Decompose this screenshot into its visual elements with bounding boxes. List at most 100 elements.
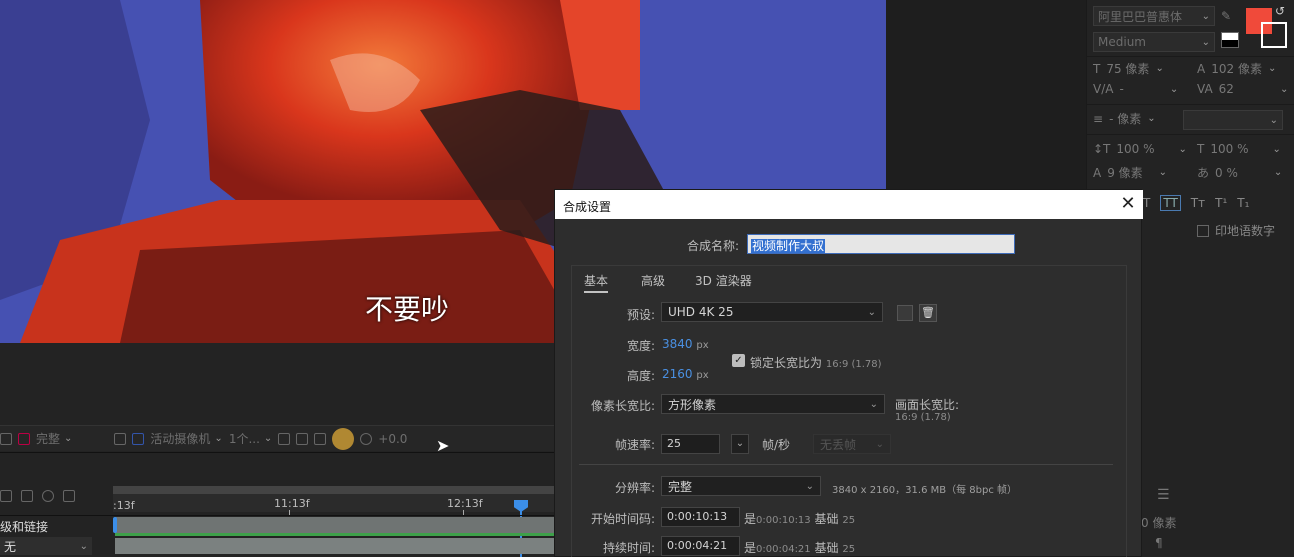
small-caps-icon[interactable]: Tт bbox=[1191, 196, 1205, 210]
frame-aspect-label: 画面长宽比: bbox=[895, 398, 960, 412]
height-unit: px bbox=[696, 370, 709, 381]
width-label: 宽度: bbox=[626, 339, 655, 353]
start-timecode-input[interactable]: 0:00:10:13 bbox=[661, 507, 740, 527]
frame-blend-icon[interactable] bbox=[21, 490, 33, 502]
height-label: 高度: bbox=[626, 369, 655, 383]
tab-basic[interactable]: 基本 bbox=[584, 272, 609, 293]
layer-bar[interactable] bbox=[115, 517, 554, 533]
parent-value: 无 bbox=[4, 539, 17, 554]
stroke-width-value[interactable]: - 像素 bbox=[1109, 110, 1141, 127]
stroke-style-select[interactable]: ⌄ bbox=[1183, 110, 1283, 130]
comp-name-label: 合成名称: bbox=[686, 239, 739, 253]
close-icon[interactable]: ✕ bbox=[1117, 193, 1139, 215]
font-size-value[interactable]: 75 像素 bbox=[1106, 60, 1149, 77]
width-value[interactable]: 3840 bbox=[662, 337, 693, 351]
stroke-color-swatch[interactable] bbox=[1261, 22, 1287, 48]
graph-editor-icon[interactable] bbox=[63, 490, 75, 502]
ruler-tick: 12:13f bbox=[447, 497, 483, 510]
stroke-width-icon: ≡ bbox=[1093, 111, 1104, 126]
color-channel-icon[interactable] bbox=[18, 432, 30, 445]
indent-value[interactable]: 0 像素 bbox=[1141, 514, 1176, 531]
region-of-interest-icon[interactable] bbox=[114, 432, 127, 445]
duration-label: 持续时间: bbox=[602, 541, 655, 555]
tsume-icon: あ bbox=[1197, 166, 1210, 180]
snapshot-icon[interactable] bbox=[296, 432, 309, 445]
parent-link-label: 级和链接 bbox=[0, 520, 49, 534]
lock-aspect-ratio: 16:9 (1.78) bbox=[825, 359, 882, 370]
work-area-bar[interactable] bbox=[113, 486, 554, 494]
height-value[interactable]: 2160 bbox=[662, 367, 693, 381]
reset-exposure-icon[interactable] bbox=[360, 432, 373, 445]
tab-advanced[interactable]: 高级 bbox=[641, 272, 665, 289]
comp-name-input[interactable]: 视频制作大叔 bbox=[747, 234, 1015, 254]
comp-name-value: 视频制作大叔 bbox=[751, 239, 826, 253]
leading-value[interactable]: 102 像素 bbox=[1211, 60, 1262, 77]
camera-icon[interactable] bbox=[0, 432, 12, 445]
paragraph-direction-icon[interactable]: ¶ bbox=[1155, 536, 1163, 550]
preset-select[interactable]: UHD 4K 25 ⌄ bbox=[661, 302, 883, 322]
lock-aspect-checkbox[interactable]: ✓ bbox=[732, 354, 745, 367]
resolution-select[interactable]: 完整 ⌄ bbox=[661, 476, 821, 496]
divider bbox=[579, 464, 1113, 465]
swap-colors-icon[interactable]: ↺ bbox=[1275, 4, 1285, 18]
all-caps-icon[interactable]: TT bbox=[1160, 195, 1181, 211]
kerning-value[interactable]: - bbox=[1119, 82, 1123, 96]
viewer-toolbar: 完整 ⌄ 活动摄像机 ⌄ 1个... ⌄ +0.0 bbox=[0, 425, 560, 451]
horizontal-scale-value[interactable]: 100 % bbox=[1210, 142, 1248, 156]
font-style-value: Medium bbox=[1098, 35, 1146, 49]
font-family-select[interactable]: 阿里巴巴普惠体 ⌄ bbox=[1093, 6, 1215, 26]
vertical-scale-icon: ↕T bbox=[1093, 142, 1111, 156]
frame-rate-label: 帧速率: bbox=[614, 438, 655, 452]
frame-rate-dropdown[interactable]: ⌄ bbox=[731, 434, 749, 454]
font-style-select[interactable]: Medium ⌄ bbox=[1093, 32, 1215, 52]
vertical-scale-value[interactable]: 100 % bbox=[1116, 142, 1154, 156]
motion-blur-icon[interactable] bbox=[42, 490, 54, 502]
baseline-shift-value[interactable]: 9 像素 bbox=[1107, 164, 1142, 181]
align-icon[interactable]: ☰ bbox=[1157, 487, 1170, 503]
in-point-handle[interactable] bbox=[113, 517, 117, 533]
exposure-value[interactable]: +0.0 bbox=[378, 432, 407, 446]
drop-frame-value: 无丢帧 bbox=[820, 437, 857, 452]
duration-base-label: 基础 bbox=[814, 541, 839, 555]
baseline-shift-icon: A bbox=[1093, 165, 1102, 180]
duration-equivalent: 0:00:04:21 bbox=[756, 544, 811, 555]
hindi-digits-checkbox[interactable] bbox=[1197, 224, 1209, 237]
subscript-icon[interactable]: T₁ bbox=[1237, 196, 1249, 210]
kerning-icon: V/A bbox=[1093, 82, 1114, 96]
duration-is-label: 是 bbox=[744, 541, 757, 555]
duration-base-value: 25 bbox=[842, 544, 856, 555]
tab-3d-renderer[interactable]: 3D 渲染器 bbox=[695, 272, 752, 289]
resolution-value: 完整 bbox=[36, 432, 61, 446]
views-value: 1个... bbox=[228, 432, 260, 446]
font-family-value: 阿里巴巴普惠体 bbox=[1098, 9, 1183, 24]
ruler-tick: 11:13f bbox=[274, 497, 310, 510]
lock-aspect-label: 锁定长宽比为 bbox=[750, 356, 823, 370]
width-unit: px bbox=[696, 340, 709, 351]
cursor-highlight bbox=[332, 427, 355, 450]
start-base-value: 25 bbox=[842, 515, 856, 526]
faux-bold-icon[interactable]: T bbox=[1143, 196, 1150, 210]
tsume-value[interactable]: 0 % bbox=[1215, 166, 1238, 180]
transparency-grid-icon[interactable] bbox=[132, 432, 145, 445]
duration-input[interactable]: 0:00:04:21 bbox=[661, 536, 740, 556]
pixel-aspect-label: 像素长宽比: bbox=[590, 399, 655, 413]
camera-select[interactable]: 活动摄像机 ⌄ bbox=[150, 430, 222, 447]
grid-icon[interactable] bbox=[278, 432, 291, 445]
tracking-value[interactable]: 62 bbox=[1219, 82, 1234, 96]
layer-bar[interactable] bbox=[115, 538, 554, 554]
frame-rate-input[interactable]: 25 bbox=[661, 434, 720, 454]
drop-frame-select[interactable]: 无丢帧 ⌄ bbox=[813, 434, 891, 454]
parent-select[interactable]: 无 ⌄ bbox=[0, 537, 92, 555]
views-select[interactable]: 1个... ⌄ bbox=[229, 430, 272, 447]
eyedropper-icon[interactable]: ✎ bbox=[1221, 9, 1231, 23]
save-preset-icon[interactable] bbox=[897, 305, 913, 321]
superscript-icon[interactable]: T¹ bbox=[1215, 196, 1227, 210]
resolution-select[interactable]: 完整 ⌄ bbox=[36, 430, 72, 447]
default-colors-icon[interactable] bbox=[1221, 32, 1239, 48]
shy-icon[interactable] bbox=[0, 490, 12, 502]
start-timecode-label: 开始时间码: bbox=[590, 512, 655, 526]
delete-preset-icon[interactable]: 🗑 bbox=[919, 304, 937, 322]
layer-bar-green bbox=[115, 533, 554, 536]
fast-preview-icon[interactable] bbox=[314, 432, 327, 445]
pixel-aspect-select[interactable]: 方形像素 ⌄ bbox=[661, 394, 885, 414]
